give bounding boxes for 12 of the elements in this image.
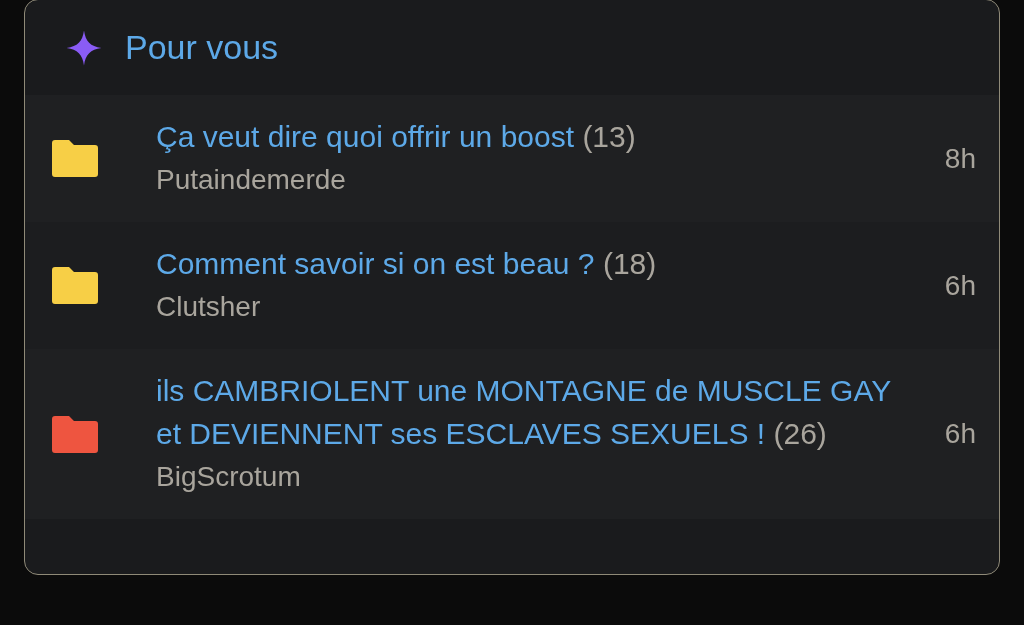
author-name: Clutsher <box>156 290 262 324</box>
topic-title[interactable]: Ça veut dire quoi offrir un boost (13) <box>156 115 916 158</box>
time-label: 6h <box>944 268 976 303</box>
author-name: Putaindemerde <box>156 163 347 197</box>
topic-title[interactable]: ils CAMBRIOLENT une MONTAGNE de MUSCLE GAY et DEVIENNENT ses ESCLAVES SEXUELS ! (26) <box>156 369 916 455</box>
time-label: 8h <box>944 141 976 176</box>
author-name: BigScrotum <box>156 460 302 494</box>
time-label: 6h <box>944 417 976 451</box>
section-title: Pour vous <box>125 27 279 68</box>
topic-title[interactable]: Comment savoir si on est beau ? (18) <box>156 242 916 285</box>
topic-row[interactable]: Ça veut dire quoi offrir un boost (13) Putaindemerde 8h <box>25 95 999 222</box>
topic-row[interactable]: ils CAMBRIOLENT une MONTAGNE de MUSCLE GAY et DEVIENNENT ses ESCLAVES SEXUELS ! (26) BigScrotum 6h <box>25 349 999 519</box>
